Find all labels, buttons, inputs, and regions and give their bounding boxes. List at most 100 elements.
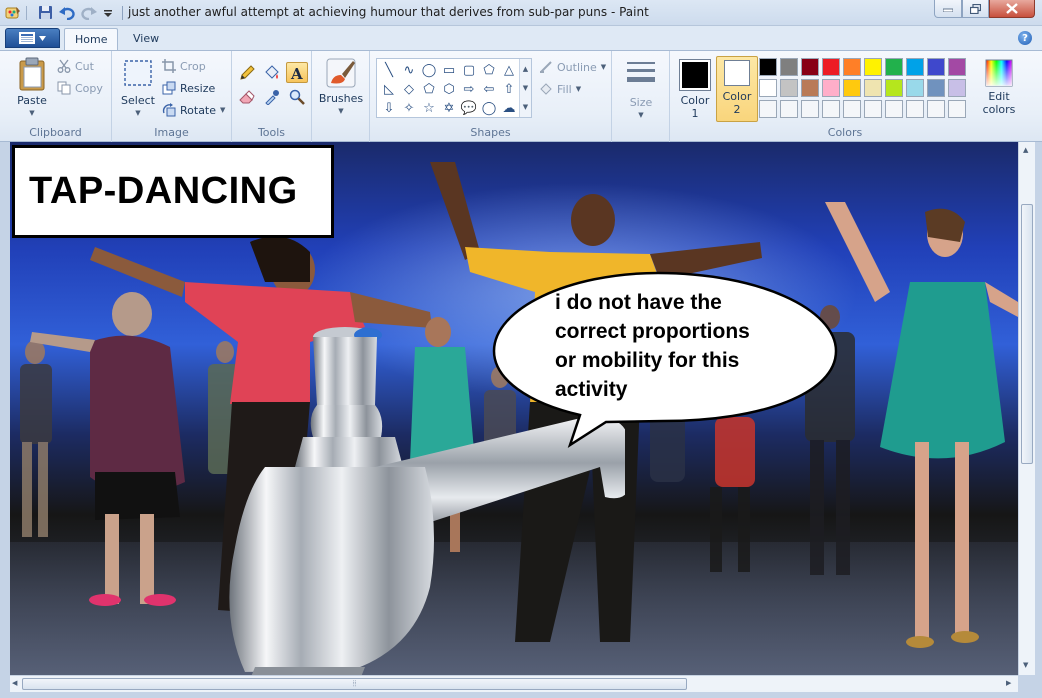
oval-shape-icon[interactable]: ◯ [419,61,439,80]
scroll-left-icon[interactable]: ◀ [12,679,17,687]
rotate-button[interactable]: Rotate ▼ [162,103,225,117]
palette-swatch[interactable] [927,79,945,97]
fill-button[interactable]: Fill ▼ [539,82,581,96]
oval-callout-shape-icon[interactable]: ◯ [479,99,499,118]
right-triangle-shape-icon[interactable]: ◺ [379,80,399,99]
vertical-scrollbar[interactable]: ▲ ▼ [1018,142,1035,675]
right-arrow-shape-icon[interactable]: ⇨ [459,80,479,99]
expand-gallery-icon[interactable]: ▼ [523,103,528,111]
palette-swatch[interactable] [780,100,798,118]
palette-swatch[interactable] [948,79,966,97]
color2-button[interactable]: Color 2 [716,56,758,122]
paste-button[interactable]: Paste ▼ [10,57,54,120]
palette-swatch[interactable] [801,58,819,76]
color-picker-icon[interactable] [261,86,283,107]
palette-swatch[interactable] [948,58,966,76]
magnifier-icon[interactable] [286,86,308,107]
rounded-callout-shape-icon[interactable]: 💬 [459,99,479,118]
diamond-shape-icon[interactable]: ◇ [399,80,419,99]
select-button[interactable]: Select ▼ [118,59,158,120]
palette-swatch[interactable] [759,79,777,97]
palette-swatch[interactable] [822,100,840,118]
save-icon[interactable] [36,4,54,21]
eraser-icon[interactable] [236,86,258,107]
crop-icon [162,59,176,73]
size-button[interactable]: Size ▼ [622,59,660,122]
left-arrow-shape-icon[interactable]: ⇦ [479,80,499,99]
palette-swatch[interactable] [864,79,882,97]
palette-swatch[interactable] [843,58,861,76]
palette-swatch[interactable] [780,79,798,97]
paint-app-icon[interactable] [4,4,22,21]
undo-icon[interactable] [58,4,76,21]
cloud-callout-shape-icon[interactable]: ☁ [499,99,519,118]
pencil-icon[interactable] [236,62,258,83]
crop-button[interactable]: Crop [162,59,206,73]
four-point-star-shape-icon[interactable]: ✧ [399,99,419,118]
palette-swatch[interactable] [822,58,840,76]
palette-swatch[interactable] [759,58,777,76]
brushes-button[interactable]: Brushes ▼ [318,57,364,118]
paint-menu-button[interactable] [5,28,60,48]
palette-swatch[interactable] [843,79,861,97]
vertical-scroll-thumb[interactable] [1021,204,1033,464]
palette-swatch[interactable] [801,79,819,97]
palette-swatch[interactable] [906,58,924,76]
scroll-up-icon[interactable]: ▲ [523,65,528,73]
text-icon[interactable]: A [286,62,308,83]
curve-shape-icon[interactable]: ∿ [399,61,419,80]
triangle-shape-icon[interactable]: △ [499,61,519,80]
tab-home[interactable]: Home [64,28,119,50]
horizontal-scrollbar[interactable]: ◀ ⦙⦙ ▶ [10,675,1018,692]
line-shape-icon[interactable]: ╲ [379,61,399,80]
polygon-shape-icon[interactable]: ⬠ [479,61,499,80]
horizontal-scroll-thumb[interactable]: ⦙⦙ [22,678,687,690]
down-arrow-shape-icon[interactable]: ⇩ [379,99,399,118]
outline-button[interactable]: Outline ▼ [539,60,606,74]
minimize-button[interactable] [934,0,962,18]
palette-swatch[interactable] [780,58,798,76]
palette-swatch[interactable] [864,100,882,118]
shapes-scroll[interactable]: ▲ ▼ ▼ [519,59,531,117]
up-arrow-shape-icon[interactable]: ⇧ [499,80,519,99]
palette-swatch[interactable] [885,100,903,118]
rounded-rectangle-shape-icon[interactable]: ▢ [459,61,479,80]
palette-swatch[interactable] [906,100,924,118]
palette-swatch[interactable] [885,79,903,97]
palette-swatch[interactable] [906,79,924,97]
rectangle-shape-icon[interactable]: ▭ [439,61,459,80]
palette-swatch[interactable] [843,100,861,118]
customize-qa-icon[interactable] [102,4,114,21]
palette-swatch[interactable] [801,100,819,118]
help-icon[interactable]: ? [1018,31,1032,45]
scroll-down-icon[interactable]: ▼ [523,84,528,92]
scroll-up-icon[interactable]: ▲ [1023,146,1028,154]
pentagon-shape-icon[interactable]: ⬠ [419,80,439,99]
palette-swatch[interactable] [822,79,840,97]
copy-button[interactable]: Copy [57,81,103,95]
palette-swatch[interactable] [927,58,945,76]
five-point-star-shape-icon[interactable]: ☆ [419,99,439,118]
scroll-down-icon[interactable]: ▼ [1023,661,1028,669]
resize-button[interactable]: Resize [162,81,215,95]
scroll-right-icon[interactable]: ▶ [1006,679,1011,687]
palette-swatch[interactable] [864,58,882,76]
tab-view[interactable]: View [123,28,169,50]
color1-button[interactable]: Color 1 [674,57,716,121]
edit-colors-button[interactable]: Edit colors [979,59,1019,116]
close-button[interactable] [989,0,1035,18]
outline-label: Outline [557,60,597,74]
six-point-star-shape-icon[interactable]: ✡ [439,99,459,118]
hexagon-shape-icon[interactable]: ⬡ [439,80,459,99]
cut-label: Cut [75,59,94,73]
drawing-canvas[interactable]: TAP-DANCING i do not have the correct pr… [10,142,1018,675]
cut-button[interactable]: Cut [57,59,94,73]
shapes-gallery[interactable]: ╲ ∿ ◯ ▭ ▢ ⬠ △ ◺ ◇ ⬠ ⬡ ⇨ ⇦ ⇧ ⇩ ✧ ☆ ✡ 💬 ◯ … [376,58,532,118]
palette-swatch[interactable] [948,100,966,118]
maximize-button[interactable] [962,0,989,18]
palette-swatch[interactable] [927,100,945,118]
palette-swatch[interactable] [759,100,777,118]
palette-swatch[interactable] [885,58,903,76]
fill-icon[interactable] [261,62,283,83]
redo-icon[interactable] [80,4,98,21]
